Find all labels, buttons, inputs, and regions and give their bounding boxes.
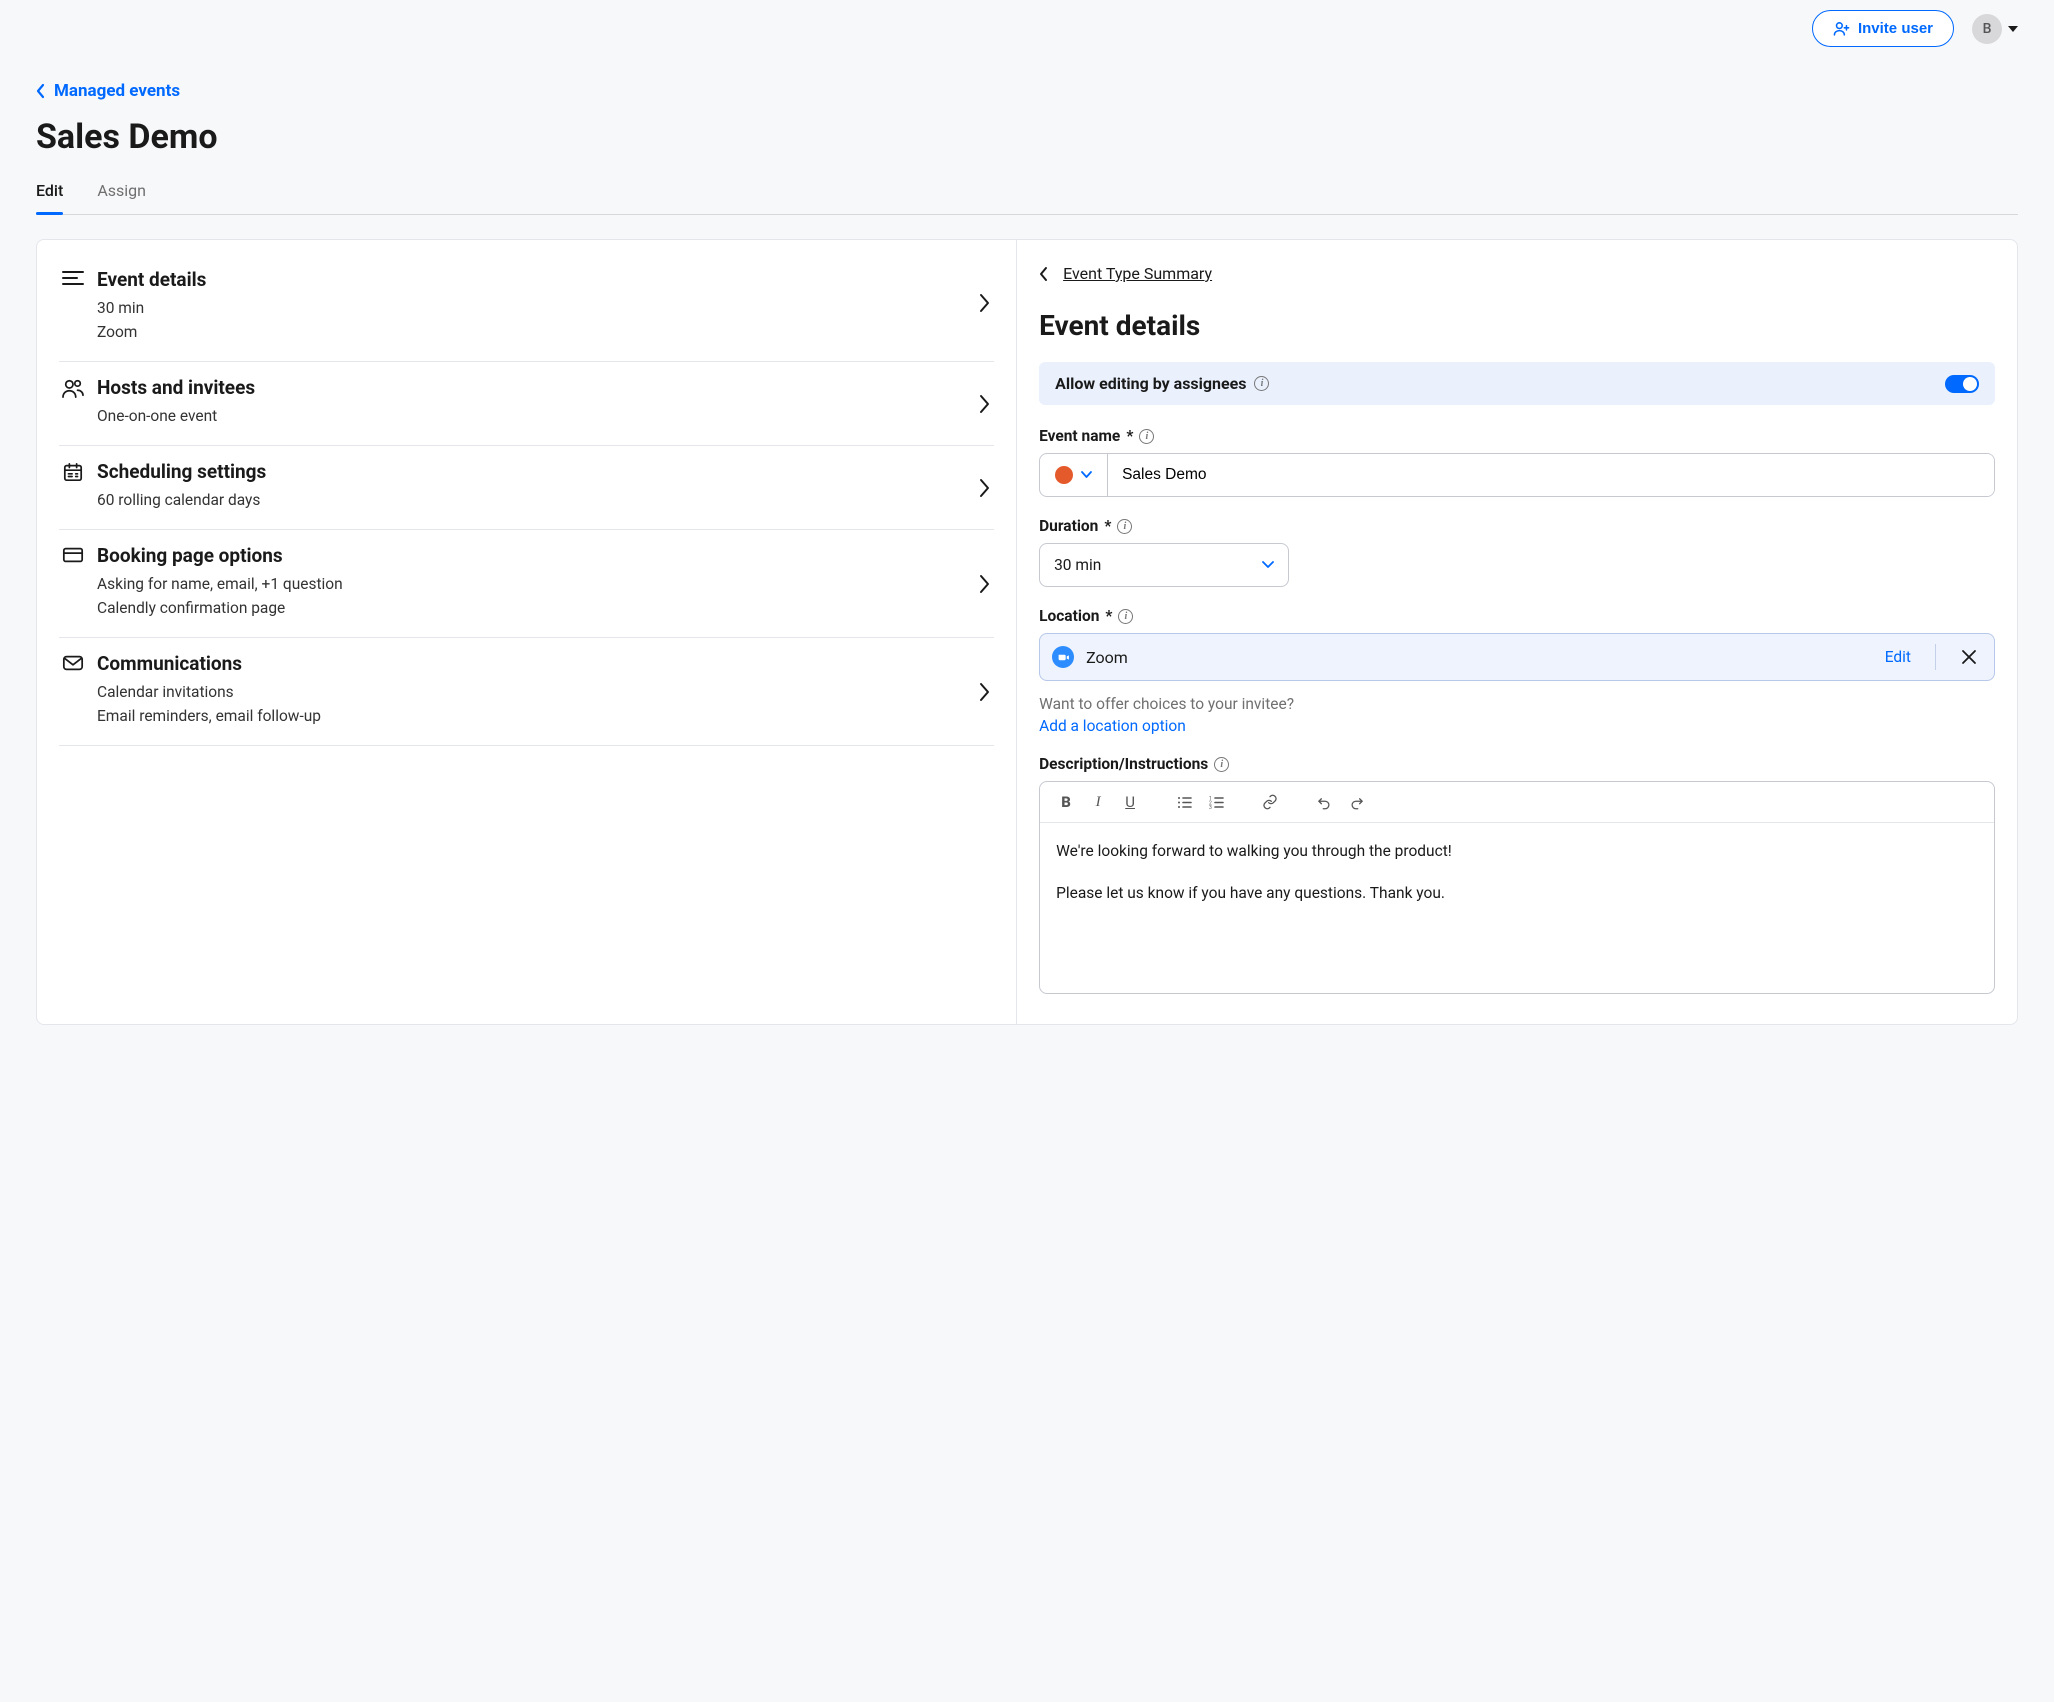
info-icon[interactable]: i — [1214, 757, 1229, 772]
invite-user-button[interactable]: Invite user — [1812, 10, 1954, 47]
user-plus-icon — [1833, 20, 1850, 37]
card-icon — [59, 546, 87, 564]
location-hint: Want to offer choices to your invitee? — [1039, 695, 1995, 713]
duration-select[interactable]: 30 min — [1039, 543, 1289, 587]
field-event-name: Event name * i — [1039, 427, 1995, 497]
summary-icon — [59, 270, 87, 286]
redo-button[interactable] — [1342, 790, 1370, 814]
event-type-summary-link[interactable]: Event Type Summary — [1039, 264, 1212, 283]
main-panel: Event details 30 min Zoom Hosts and invi… — [36, 239, 2018, 1025]
bullet-list-button[interactable] — [1170, 790, 1198, 814]
section-title: Scheduling settings — [97, 460, 994, 483]
description-label: Description/Instructions — [1039, 755, 1208, 773]
description-p: We're looking forward to walking you thr… — [1056, 839, 1978, 863]
section-title: Hosts and invitees — [97, 376, 994, 399]
allow-editing-row: Allow editing by assignees i — [1039, 362, 1995, 405]
chevron-right-icon — [979, 478, 990, 498]
section-sub: 60 rolling calendar days — [97, 491, 994, 509]
section-sub: Zoom — [97, 323, 994, 341]
add-location-link[interactable]: Add a location option — [1039, 717, 1186, 735]
svg-text:3: 3 — [1209, 805, 1212, 809]
section-sub: Calendly confirmation page — [97, 599, 994, 617]
italic-button[interactable]: I — [1084, 790, 1112, 814]
section-sub: Email reminders, email follow-up — [97, 707, 994, 725]
chevron-right-icon — [979, 394, 990, 414]
field-description: Description/Instructions i B I U 123 — [1039, 755, 1995, 994]
description-textarea[interactable]: We're looking forward to walking you thr… — [1040, 823, 1994, 993]
chevron-down-icon — [1081, 471, 1092, 479]
event-color-picker[interactable] — [1040, 454, 1108, 496]
section-title: Event details — [97, 268, 994, 291]
event-name-input[interactable] — [1108, 454, 1994, 496]
info-icon[interactable]: i — [1139, 429, 1154, 444]
user-menu[interactable]: B — [1972, 14, 2018, 44]
chevron-left-icon — [1039, 266, 1049, 282]
link-button[interactable] — [1256, 790, 1284, 814]
location-remove-button[interactable] — [1948, 648, 1982, 666]
rich-text-editor: B I U 123 — [1039, 781, 1995, 994]
section-title: Communications — [97, 652, 994, 675]
section-booking-page[interactable]: Booking page options Asking for name, em… — [59, 530, 994, 638]
numbered-list-button[interactable]: 123 — [1202, 790, 1230, 814]
chevron-left-icon — [36, 83, 46, 99]
underline-button[interactable]: U — [1116, 790, 1144, 814]
avatar: B — [1972, 14, 2002, 44]
zoom-icon — [1052, 646, 1074, 668]
chevron-right-icon — [979, 682, 990, 702]
undo-button[interactable] — [1310, 790, 1338, 814]
required-mark: * — [1104, 517, 1111, 535]
section-event-details[interactable]: Event details 30 min Zoom — [59, 264, 994, 362]
tabs: Edit Assign — [36, 181, 2018, 215]
location-edit-button[interactable]: Edit — [1873, 648, 1923, 666]
separator — [1935, 644, 1936, 670]
info-icon[interactable]: i — [1254, 376, 1269, 391]
tab-edit[interactable]: Edit — [36, 181, 63, 214]
bold-button[interactable]: B — [1052, 790, 1080, 814]
field-duration: Duration * i 30 min — [1039, 517, 1995, 587]
people-icon — [59, 378, 87, 398]
allow-editing-label: Allow editing by assignees — [1055, 374, 1246, 393]
tab-assign[interactable]: Assign — [97, 181, 146, 214]
summary-link-label: Event Type Summary — [1063, 264, 1212, 283]
info-icon[interactable]: i — [1118, 609, 1133, 624]
page-title: Sales Demo — [36, 117, 2018, 157]
section-communications[interactable]: Communications Calendar invitations Emai… — [59, 638, 994, 746]
section-sub: Calendar invitations — [97, 683, 994, 701]
duration-label: Duration — [1039, 517, 1098, 535]
description-p: Please let us know if you have any quest… — [1056, 881, 1978, 905]
breadcrumb-label: Managed events — [54, 81, 180, 101]
event-name-label: Event name — [1039, 427, 1120, 445]
section-sub: One-on-one event — [97, 407, 994, 425]
color-dot — [1055, 466, 1073, 484]
mail-icon — [59, 654, 87, 672]
panel-right: Event Type Summary Event details Allow e… — [1017, 240, 2017, 1024]
section-sub: Asking for name, email, +1 question — [97, 575, 994, 593]
caret-down-icon — [2008, 26, 2018, 32]
invite-user-label: Invite user — [1858, 20, 1933, 37]
chevron-down-icon — [1262, 561, 1274, 569]
chevron-right-icon — [979, 293, 990, 313]
allow-editing-toggle[interactable] — [1945, 375, 1979, 393]
calendar-icon — [59, 462, 87, 482]
section-scheduling-settings[interactable]: Scheduling settings 60 rolling calendar … — [59, 446, 994, 530]
panel-left: Event details 30 min Zoom Hosts and invi… — [37, 240, 1017, 1024]
location-box: Zoom Edit — [1039, 633, 1995, 681]
location-label: Location — [1039, 607, 1099, 625]
section-hosts-invitees[interactable]: Hosts and invitees One-on-one event — [59, 362, 994, 446]
section-sub: 30 min — [97, 299, 994, 317]
duration-value: 30 min — [1054, 556, 1101, 574]
breadcrumb-managed-events[interactable]: Managed events — [36, 81, 180, 101]
required-mark: * — [1105, 607, 1112, 625]
field-location: Location * i Zoom Edit Want to offer cho… — [1039, 607, 1995, 735]
editor-toolbar: B I U 123 — [1040, 782, 1994, 823]
chevron-right-icon — [979, 574, 990, 594]
location-value: Zoom — [1086, 648, 1861, 667]
required-mark: * — [1126, 427, 1133, 445]
section-title: Booking page options — [97, 544, 994, 567]
right-panel-title: Event details — [1039, 309, 1995, 342]
info-icon[interactable]: i — [1117, 519, 1132, 534]
